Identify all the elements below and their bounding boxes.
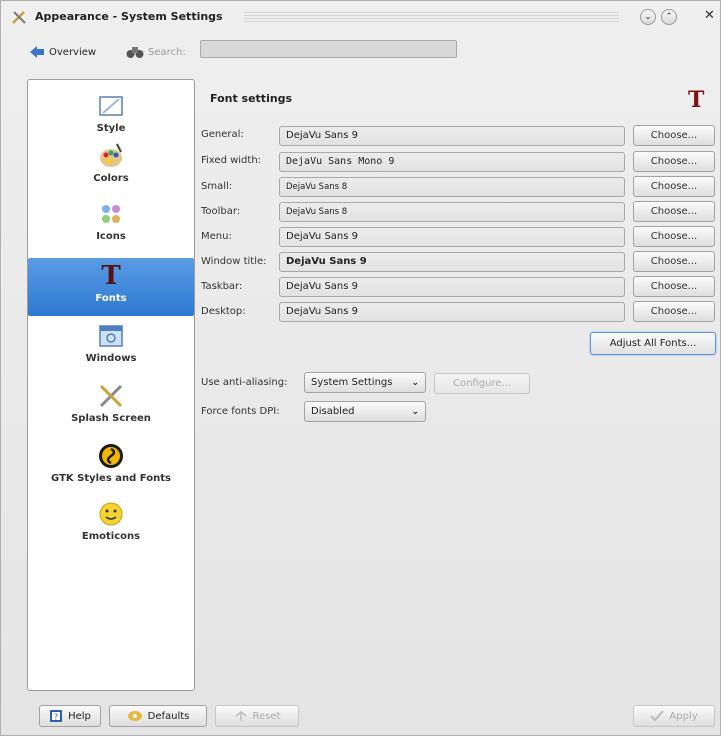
- defaults-label: Defaults: [147, 710, 190, 722]
- general-choose-button[interactable]: Choose...: [633, 125, 715, 146]
- desktop-label: Desktop:: [201, 306, 246, 317]
- icons-icon: [97, 200, 125, 228]
- overview-label: Overview: [49, 46, 97, 58]
- window-title-choose-button[interactable]: Choose...: [633, 251, 715, 272]
- help-button[interactable]: ? Help: [39, 705, 101, 727]
- checkmark-icon: [650, 710, 665, 722]
- small-label: Small:: [201, 181, 233, 192]
- category-sidebar: Style Colors Icons T Fonts Windows Splas…: [27, 79, 195, 691]
- menu-label: Menu:: [201, 231, 232, 242]
- taskbar-font-field: DejaVu Sans 9: [279, 277, 625, 297]
- desktop-choose-button[interactable]: Choose...: [633, 301, 715, 322]
- search-label: Search:: [148, 46, 186, 58]
- reset-icon: [235, 711, 246, 721]
- fixed-width-choose-button[interactable]: Choose...: [633, 151, 715, 172]
- sidebar-item-icons[interactable]: Icons: [28, 196, 194, 254]
- toolbar-font-field: DejaVu Sans 8: [279, 202, 625, 222]
- apply-label: Apply: [669, 710, 698, 722]
- desktop-font-field: DejaVu Sans 9: [279, 302, 625, 322]
- close-button[interactable]: ✕: [704, 8, 715, 23]
- sidebar-item-colors[interactable]: Colors: [28, 138, 194, 196]
- defaults-button[interactable]: Defaults: [109, 705, 207, 727]
- help-label: Help: [68, 710, 91, 722]
- sidebar-item-fonts[interactable]: T Fonts: [28, 258, 194, 316]
- force-dpi-label: Force fonts DPI:: [201, 406, 280, 417]
- sidebar-item-gtk-styles[interactable]: GTK Styles and Fonts: [28, 438, 194, 496]
- force-dpi-select[interactable]: Disabled ⌄: [304, 401, 426, 422]
- font-settings-title: Font settings: [210, 92, 293, 105]
- search-input[interactable]: [200, 40, 457, 58]
- window-title-label: Window title:: [201, 256, 267, 267]
- gtk-icon: [97, 442, 125, 470]
- fixed-width-font-field: DejaVu Sans Mono 9: [279, 152, 625, 172]
- maximize-button[interactable]: ⌃: [661, 9, 677, 25]
- back-arrow-icon: [30, 46, 44, 58]
- minimize-button[interactable]: ⌄: [640, 9, 656, 25]
- toolbar-choose-button[interactable]: Choose...: [633, 201, 715, 222]
- anti-aliasing-value: System Settings: [311, 377, 393, 388]
- configure-button[interactable]: Configure...: [434, 373, 530, 394]
- window-title: Appearance - System Settings: [35, 10, 223, 23]
- taskbar-label: Taskbar:: [201, 281, 243, 292]
- force-dpi-value: Disabled: [311, 406, 355, 417]
- chevron-down-icon: ⌄: [411, 377, 419, 388]
- general-label: General:: [201, 129, 244, 140]
- help-book-icon: ?: [50, 710, 63, 722]
- title-bar[interactable]: Appearance - System Settings ⌄ ⌃ ✕: [1, 1, 721, 31]
- colors-icon: [97, 142, 125, 170]
- taskbar-choose-button[interactable]: Choose...: [633, 276, 715, 297]
- fonts-header-icon: T: [688, 87, 705, 113]
- search-label-group: Search:: [126, 45, 186, 59]
- style-icon: [97, 92, 125, 120]
- small-font-field: DejaVu Sans 8: [279, 177, 625, 197]
- anti-aliasing-select[interactable]: System Settings ⌄: [304, 372, 426, 393]
- svg-text:?: ?: [54, 713, 58, 722]
- apply-button[interactable]: Apply: [633, 705, 715, 727]
- menu-choose-button[interactable]: Choose...: [633, 226, 715, 247]
- general-font-field: DejaVu Sans 9: [279, 126, 625, 146]
- adjust-all-fonts-button[interactable]: Adjust All Fonts...: [590, 332, 716, 355]
- fonts-icon: T: [101, 261, 121, 291]
- windows-icon: [97, 322, 125, 350]
- title-grip: [244, 12, 619, 22]
- reset-label: Reset: [252, 710, 281, 722]
- window-title-font-field: DejaVu Sans 9: [279, 252, 625, 272]
- toolbar-label: Toolbar:: [201, 206, 241, 217]
- menu-font-field: DejaVu Sans 9: [279, 227, 625, 247]
- sidebar-item-emoticons[interactable]: Emoticons: [28, 496, 194, 554]
- chevron-down-icon: ⌄: [411, 406, 419, 417]
- anti-aliasing-label: Use anti-aliasing:: [201, 377, 288, 388]
- defaults-icon: [127, 711, 142, 721]
- settings-window: Appearance - System Settings ⌄ ⌃ ✕ Overv…: [0, 0, 721, 736]
- fixed-width-label: Fixed width:: [201, 155, 262, 166]
- small-choose-button[interactable]: Choose...: [633, 176, 715, 197]
- overview-button[interactable]: Overview: [29, 45, 96, 59]
- splash-screen-icon: [97, 382, 125, 410]
- sidebar-item-windows[interactable]: Windows: [28, 318, 194, 376]
- reset-button[interactable]: Reset: [215, 705, 299, 727]
- emoticons-icon: [97, 500, 125, 528]
- sidebar-item-splash-screen[interactable]: Splash Screen: [28, 378, 194, 436]
- app-tools-icon: [12, 11, 26, 24]
- binoculars-icon: [126, 47, 144, 58]
